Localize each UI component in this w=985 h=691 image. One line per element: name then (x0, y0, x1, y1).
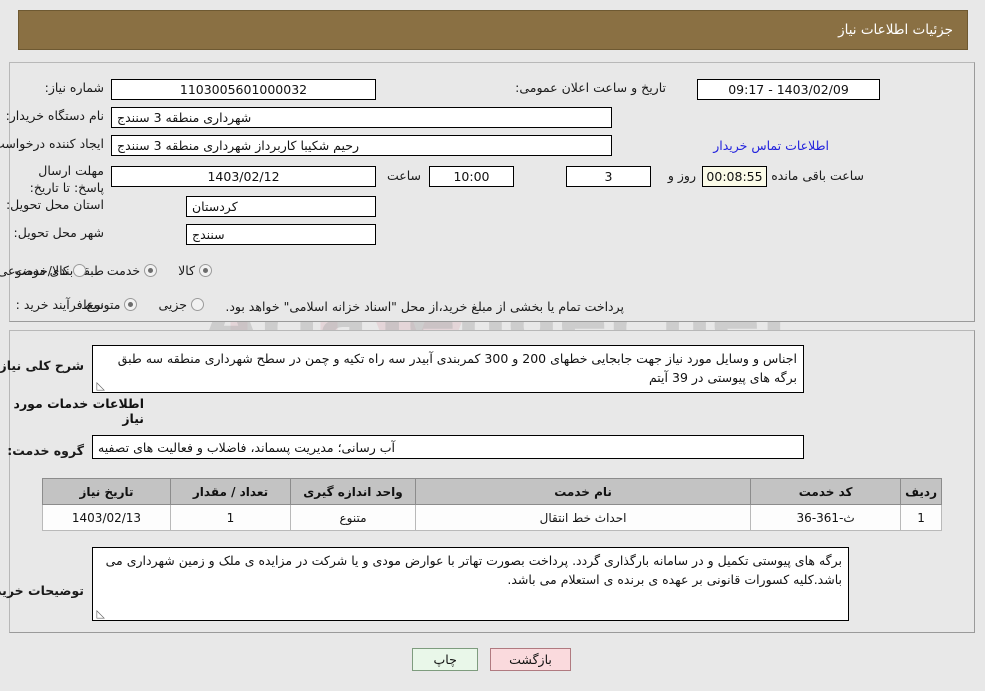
process-option-jozei[interactable]: جزیی (159, 297, 205, 312)
description-textarea[interactable]: اجناس و وسایل مورد نیاز جهت جابجایی خطها… (93, 345, 805, 393)
countdown-label: ساعت باقی مانده (772, 168, 865, 183)
cell-quantity: 1 (171, 504, 292, 531)
deadline-time-value: 10:00 (430, 166, 515, 187)
category-option-khedmat[interactable]: خدمت (107, 263, 159, 278)
service-group-value: آب رسانی؛ مدیریت پسماند، فاضلاب و فعالیت… (93, 435, 805, 459)
buyer-org-value: شهرداری منطقه 3 سنندج (112, 107, 613, 128)
buyer-notes-text: برگه های پیوستی تکمیل و در سامانه بارگذا… (106, 553, 843, 588)
radio-indicator[interactable] (200, 264, 213, 277)
service-group-label: گروه خدمت: (8, 443, 85, 458)
col-service-name: نام خدمت (415, 478, 753, 505)
table-row: 1 ث-361-36 احداث خط انتقال متنوع 1 1403/… (43, 504, 943, 531)
days-label: روز و (668, 168, 697, 183)
radio-indicator[interactable] (125, 298, 139, 311)
category-option-kala-khedmat[interactable]: کالا/خدمت (15, 263, 87, 278)
buyer-contact-link[interactable]: اطلاعات تماس خریدار (714, 138, 830, 153)
announce-label-wrap: تاریخ و ساعت اعلان عمومی: (516, 80, 667, 95)
deadline-row: مهلت ارسال پاسخ: تا تاریخ: (10, 163, 105, 197)
resize-grip-icon[interactable]: ◺ (96, 380, 106, 391)
process-option-label: متوسط (82, 297, 122, 312)
announce-datetime-value: 1403/02/09 - 09:17 (698, 79, 881, 100)
countdown-value: 00:08:55 (703, 166, 768, 187)
creator-label: ایجاد کننده درخواست: (0, 136, 105, 151)
category-option-label: خدمت (107, 263, 142, 278)
payment-note: پرداخت تمام یا بخشی از مبلغ خرید،از محل … (226, 299, 625, 314)
creator-row: ایجاد کننده درخواست: (0, 136, 105, 151)
category-option-label: کالا/خدمت (15, 263, 70, 278)
page-header-bar: جزئیات اطلاعات نیاز (19, 10, 969, 50)
radio-indicator[interactable] (73, 264, 87, 277)
process-radio-group: جزیی متوسط (68, 297, 205, 312)
radio-indicator[interactable] (192, 298, 205, 311)
radio-indicator[interactable] (145, 264, 159, 277)
buyer-org-label: نام دستگاه خریدار: (6, 108, 105, 123)
remaining-days-value: 3 (567, 166, 652, 187)
hour-label: ساعت (387, 168, 422, 183)
col-need-date: تاریخ نیاز (43, 478, 172, 505)
process-option-motevaset[interactable]: متوسط (82, 297, 139, 312)
category-radio-group: کالا خدمت کالا/خدمت (1, 263, 213, 278)
cell-need-date: 1403/02/13 (43, 504, 172, 531)
buyer-org-row: نام دستگاه خریدار: (7, 108, 105, 123)
buyer-notes-label: توضیحات خریدار: (0, 583, 85, 598)
announce-datetime-label: تاریخ و ساعت اعلان عمومی: (516, 80, 667, 95)
cell-service-name: احداث خط انتقال (415, 504, 753, 531)
category-option-label: کالا (179, 263, 196, 278)
table-header-row: ردیف کد خدمت نام خدمت واحد اندازه گیری ت… (43, 478, 943, 505)
description-text: اجناس و وسایل مورد نیاز جهت جابجایی خطها… (118, 351, 798, 386)
deadline-date-value: 1403/02/12 (112, 166, 377, 187)
creator-value: رحیم شکیبا کاربرداز شهرداری منطقه 3 سنند… (112, 135, 613, 156)
services-table: ردیف کد خدمت نام خدمت واحد اندازه گیری ت… (43, 478, 943, 531)
description-label: شرح کلی نیاز: (0, 358, 85, 373)
province-row: استان محل تحویل: (7, 197, 105, 212)
resize-grip-icon[interactable]: ◺ (96, 608, 106, 619)
city-label: شهر محل تحویل: (14, 225, 105, 240)
city-row: شهر محل تحویل: (15, 225, 105, 240)
province-value: کردستان (187, 196, 377, 217)
need-number-value: 1103005601000032 (112, 79, 377, 100)
col-unit: واحد اندازه گیری (291, 478, 417, 505)
print-button[interactable]: چاپ (413, 648, 480, 671)
cell-unit: متنوع (291, 504, 417, 531)
deadline-label: مهلت ارسال پاسخ: تا تاریخ: (30, 163, 105, 195)
cell-row-no: 1 (901, 504, 943, 531)
cell-service-code: ث-361-36 (751, 504, 903, 531)
process-option-label: جزیی (159, 297, 188, 312)
page-root: AriaTender.net جزئیات اطلاعات نیاز شماره… (0, 0, 985, 691)
col-row-no: ردیف (901, 478, 943, 505)
city-value: سنندج (187, 224, 377, 245)
need-number-row: شماره نیاز: (46, 80, 105, 95)
services-section-heading: اطلاعات خدمات مورد نیاز (14, 396, 145, 426)
buyer-notes-textarea[interactable]: برگه های پیوستی تکمیل و در سامانه بارگذا… (93, 547, 850, 621)
page-title: جزئیات اطلاعات نیاز (839, 22, 954, 38)
services-table-wrapper: ردیف کد خدمت نام خدمت واحد اندازه گیری ت… (43, 478, 943, 531)
need-number-label: شماره نیاز: (45, 80, 105, 95)
col-quantity: تعداد / مقدار (171, 478, 292, 505)
category-option-kala[interactable]: کالا (179, 263, 213, 278)
back-button[interactable]: بازگشت (491, 648, 572, 671)
province-label: استان محل تحویل: (6, 197, 105, 212)
col-service-code: کد خدمت (751, 478, 903, 505)
action-button-bar: بازگشت چاپ (0, 648, 985, 671)
need-info-panel (10, 62, 976, 322)
